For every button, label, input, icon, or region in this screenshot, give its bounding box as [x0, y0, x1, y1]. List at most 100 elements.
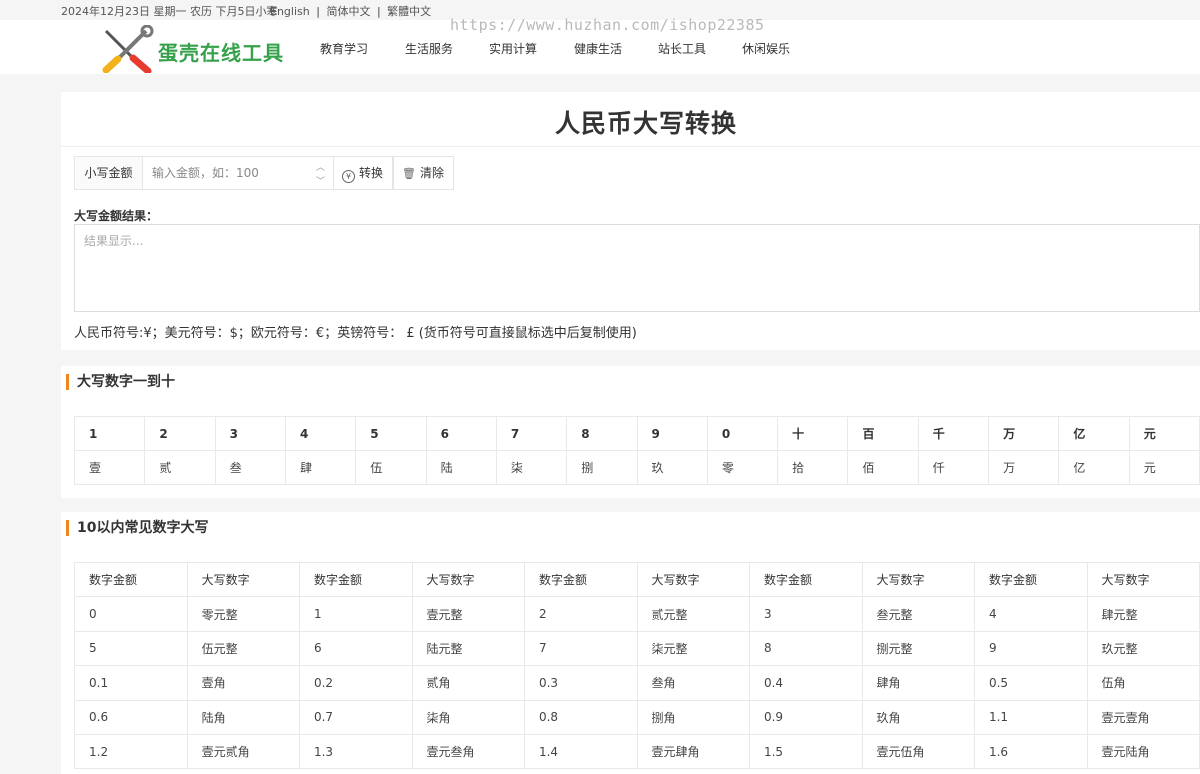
digit-cell: 元	[1128, 416, 1200, 451]
column-header: 数字金额	[523, 561, 638, 598]
result-label: 大写金额结果：	[74, 209, 159, 223]
digit-cell: 亿	[1058, 416, 1130, 451]
upper-digit-cell: 亿	[1058, 450, 1130, 485]
language-switcher: English | 简体中文 | 繁體中文	[270, 3, 431, 19]
table-row: 5 伍元整 6 陆元整 7 柒元整 8 捌元整 9 玖元整	[74, 630, 1200, 667]
table-row: 0 零元整 1 壹元整 2 贰元整 3 叁元整 4 肆元整	[74, 596, 1200, 632]
table-cell: 8	[748, 630, 863, 667]
upper-digit-cell: 壹	[73, 450, 146, 485]
chevron-down-icon[interactable]: ﹀	[316, 174, 325, 187]
table-cell: 0.2	[298, 665, 413, 701]
upper-digit-cell: 柒	[495, 450, 568, 485]
digit-cell: 2	[144, 416, 216, 451]
clear-button[interactable]: 🗑 清除	[393, 156, 454, 190]
table-cell: 0.6	[74, 699, 188, 735]
column-header: 大写数字	[636, 561, 750, 598]
nav-entertainment[interactable]: 休闲娱乐	[742, 40, 790, 57]
table-cell: 柒元整	[636, 630, 750, 667]
digit-cell: 5	[355, 416, 427, 451]
watermark: https://www.huzhan.com/ishop22385	[450, 16, 765, 34]
upper-digit-cell: 捌	[566, 450, 638, 485]
lunar-date: 2024年12月23日 星期一 农历 下月5日小寒	[61, 5, 278, 18]
nav-life-services[interactable]: 生活服务	[405, 40, 453, 57]
table-cell: 壹元伍角	[861, 733, 975, 770]
table-cell: 1.6	[973, 733, 1088, 770]
table-cell: 壹元壹角	[1086, 699, 1200, 735]
table-cell: 肆元整	[1086, 596, 1200, 632]
logo-text: 蛋壳在线工具	[158, 41, 284, 65]
digit-cell: 9	[636, 416, 708, 451]
table-cell: 贰元整	[636, 596, 750, 632]
table-cell: 0.9	[748, 699, 863, 735]
upper-digit-cell: 佰	[847, 450, 919, 485]
table-cell: 柒角	[411, 699, 525, 735]
column-header: 数字金额	[973, 561, 1088, 598]
table-cell: 0.8	[523, 699, 638, 735]
upper-digit-cell: 拾	[777, 450, 849, 485]
digit-cell: 0	[706, 416, 779, 451]
table-cell: 1.1	[973, 699, 1088, 735]
table-cell: 1.2	[74, 733, 188, 770]
table-row: 1.2 壹元贰角 1.3 壹元叁角 1.4 壹元肆角 1.5 壹元伍角 1.6 …	[74, 733, 1200, 770]
table-cell: 玖元整	[1086, 630, 1200, 667]
nav-calculators[interactable]: 实用计算	[489, 40, 537, 57]
lang-separator: |	[316, 5, 320, 18]
table-cell: 叁元整	[861, 596, 975, 632]
table-cell: 玖角	[861, 699, 975, 735]
table-cell: 3	[748, 596, 863, 632]
table-cell: 7	[523, 630, 638, 667]
table-cell: 4	[973, 596, 1088, 632]
column-header: 大写数字	[1086, 561, 1200, 598]
column-header: 数字金额	[748, 561, 863, 598]
amount-stepper[interactable]: ︿ ﹀	[310, 156, 332, 190]
digits-upper-row: 壹 贰 叁 肆 伍 陆 柒 捌 玖 零 拾 佰 仟 万 亿 元	[73, 450, 1200, 485]
table-cell: 1.4	[523, 733, 638, 770]
table-cell: 0.4	[748, 665, 863, 701]
table-cell: 0.7	[298, 699, 413, 735]
table-cell: 陆角	[186, 699, 300, 735]
column-header: 数字金额	[74, 561, 188, 598]
upper-digit-cell: 陆	[425, 450, 497, 485]
site-logo[interactable]: 蛋壳在线工具	[100, 25, 300, 73]
convert-button[interactable]: ¥ 转换	[333, 156, 393, 190]
nav-webmaster-tools[interactable]: 站长工具	[658, 40, 706, 57]
column-header: 数字金额	[298, 561, 413, 598]
table-cell: 6	[298, 630, 413, 667]
upper-digit-cell: 万	[988, 450, 1060, 485]
table-row: 0.6 陆角 0.7 柒角 0.8 捌角 0.9 玖角 1.1 壹元壹角	[74, 699, 1200, 735]
table-cell: 伍角	[1086, 665, 1200, 701]
clear-label: 清除	[419, 166, 444, 180]
nav-health[interactable]: 健康生活	[574, 40, 622, 57]
table-cell: 零元整	[186, 596, 300, 632]
upper-digit-cell: 元	[1128, 450, 1200, 485]
upper-digit-cell: 零	[706, 450, 779, 485]
digit-cell: 7	[495, 416, 568, 451]
table-cell: 捌元整	[861, 630, 975, 667]
table-cell: 壹角	[186, 665, 300, 701]
converter-card: 人民币大写转换 小写金额 ︿ ﹀ ¥ 转换 🗑清除 大写金额结果： 人民币符号:¥…	[61, 92, 1200, 350]
upper-digit-cell: 仟	[917, 450, 990, 485]
table-cell: 9	[973, 630, 1088, 667]
column-header: 大写数字	[186, 561, 300, 598]
amount-input[interactable]	[142, 156, 334, 190]
common-amounts-table: 数字金额 大写数字 数字金额 大写数字 数字金额 大写数字 数字金额 大写数字 …	[74, 561, 1200, 770]
lang-english-link[interactable]: English	[270, 5, 310, 18]
table-row: 0.1 壹角 0.2 贰角 0.3 叁角 0.4 肆角 0.5 伍角	[74, 665, 1200, 701]
result-textarea[interactable]	[74, 224, 1200, 312]
digit-cell: 千	[917, 416, 990, 451]
table-cell: 壹元叁角	[411, 733, 525, 770]
chevron-up-icon[interactable]: ︿	[316, 160, 325, 173]
upper-digit-cell: 叁	[214, 450, 286, 485]
page-title: 人民币大写转换	[554, 109, 737, 138]
lang-simplified-link[interactable]: 简体中文	[326, 5, 370, 18]
column-header: 大写数字	[861, 561, 975, 598]
table-cell: 陆元整	[411, 630, 525, 667]
table-header-row: 数字金额 大写数字 数字金额 大写数字 数字金额 大写数字 数字金额 大写数字 …	[74, 561, 1200, 598]
lang-traditional-link[interactable]: 繁體中文	[387, 5, 431, 18]
upper-digit-cell: 玖	[636, 450, 708, 485]
nav-education[interactable]: 教育学习	[320, 40, 368, 57]
table-cell: 壹元陆角	[1086, 733, 1200, 770]
table-cell: 肆角	[861, 665, 975, 701]
digit-cell: 百	[847, 416, 919, 451]
amount-label: 小写金额	[74, 156, 143, 190]
